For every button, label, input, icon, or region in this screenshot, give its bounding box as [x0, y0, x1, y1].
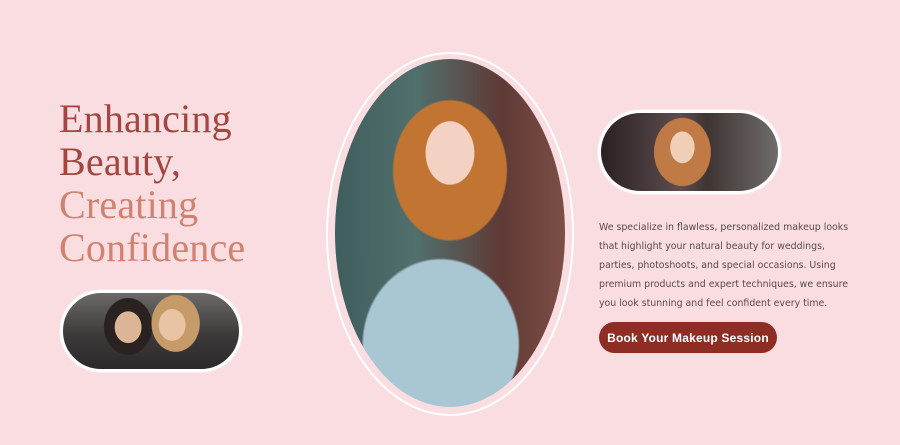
headline-line-4: Confidence — [59, 225, 246, 270]
two-women-photo — [60, 290, 242, 372]
headline-line-2: Beauty, — [59, 139, 182, 184]
headline-line-1: Enhancing — [59, 96, 232, 141]
hero-headline: Enhancing Beauty, Creating Confidence — [59, 97, 319, 269]
book-session-button[interactable]: Book Your Makeup Session — [599, 322, 777, 353]
model-portrait-photo — [598, 110, 781, 194]
hero-description: We specialize in flawless, personalized … — [599, 222, 849, 309]
main-model-photo — [335, 59, 565, 407]
headline-line-3: Creating — [59, 182, 199, 227]
